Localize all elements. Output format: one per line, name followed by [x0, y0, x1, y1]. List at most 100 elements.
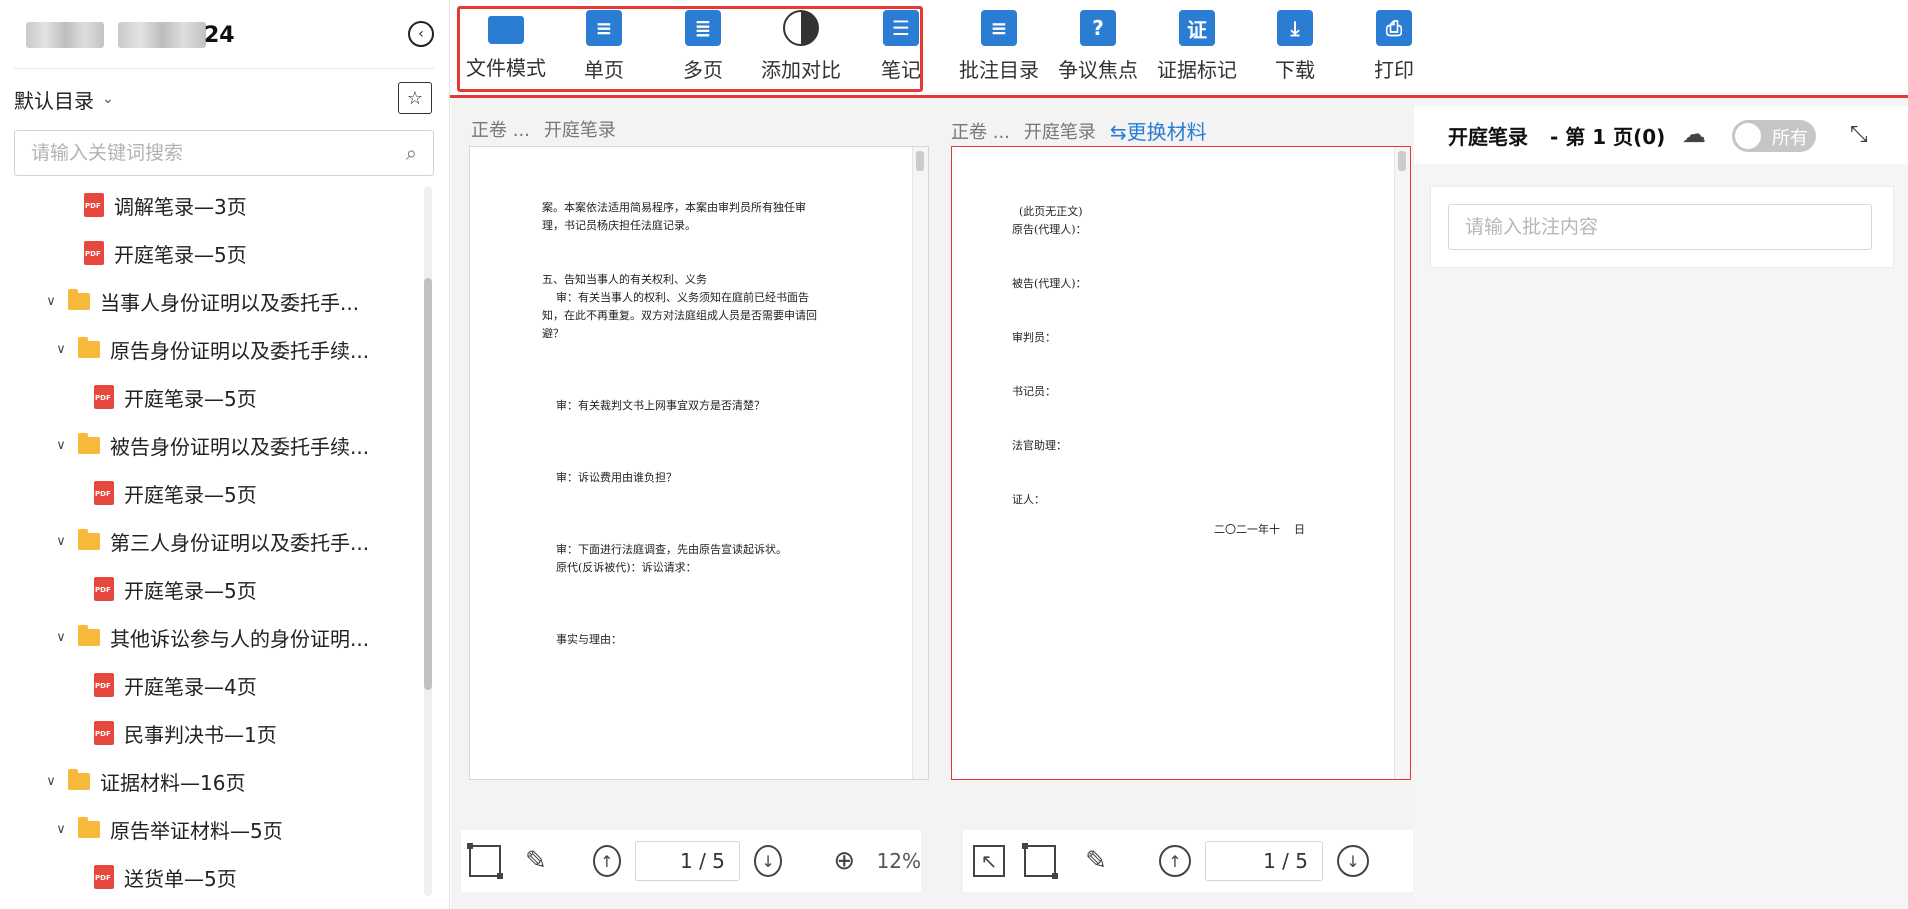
tree-item-label: 开庭笔录—5页: [114, 242, 247, 267]
page-date: 二〇二一年十 日: [1214, 523, 1305, 536]
tree-file[interactable]: 开庭笔录—4页: [94, 668, 257, 702]
tree-file[interactable]: 送货单—5页: [94, 860, 237, 894]
shield-icon: 证: [1179, 10, 1215, 46]
page-scroll-thumb[interactable]: [916, 151, 924, 171]
page-scroll-track[interactable]: [912, 147, 928, 779]
tree-item-label: 其他诉讼参与人的身份证明...: [110, 626, 370, 651]
printer-icon: ⎙: [1376, 10, 1412, 46]
page-number-input[interactable]: 1 / 5: [1205, 841, 1323, 881]
tree-item-label: 民事判决书—1页: [124, 722, 277, 747]
annotation-input[interactable]: [1448, 204, 1872, 250]
tool-label: 证据标记: [1157, 58, 1237, 82]
breadcrumb-volume[interactable]: 正卷 ...: [951, 118, 1010, 144]
page-scroll-track[interactable]: [1394, 147, 1410, 779]
tool-label: 争议焦点: [1058, 58, 1138, 82]
tree-folder[interactable]: ∨ 原告举证材料—5页: [52, 812, 283, 846]
case-title-suffix: 24: [204, 22, 235, 48]
pointer-select-icon[interactable]: ↖: [973, 845, 1005, 877]
tree-file[interactable]: 开庭笔录—5页: [94, 572, 257, 606]
tree-item-label: 原告举证材料—5页: [110, 818, 283, 843]
tree-item-label: 开庭笔录—5页: [124, 578, 257, 603]
case-title: 24: [26, 18, 235, 52]
page-scroll-thumb[interactable]: [1398, 151, 1406, 171]
chevron-down-icon[interactable]: ∨: [52, 822, 70, 837]
tree-folder[interactable]: ∨ 原告身份证明以及委托手续...: [52, 332, 369, 366]
directory-tree: 调解笔录—3页开庭笔录—5页 ∨ 当事人身份证明以及委托手... ∨ 原告身份证明以及委…: [0, 186, 426, 906]
pdf-icon: [94, 721, 114, 745]
document-area: 正卷 ... 开庭笔录 正卷 ... 开庭笔录 ⇆更换材料 案。本案依法适用简易…: [451, 98, 1414, 909]
download-icon: ⤓: [1277, 10, 1313, 46]
next-page-icon[interactable]: ↓: [1337, 845, 1369, 877]
pen-icon[interactable]: ✎: [518, 840, 555, 882]
question-icon: ?: [1080, 10, 1116, 46]
view-mode-highlight: [457, 6, 923, 92]
prev-page-icon[interactable]: ↑: [592, 845, 622, 877]
tree-file[interactable]: 开庭笔录—5页: [84, 236, 247, 270]
tool-label: 下载: [1275, 58, 1315, 82]
pdf-icon: [94, 385, 114, 409]
tree-item-label: 证据材料—16页: [100, 770, 246, 795]
prev-page-icon[interactable]: ↑: [1159, 845, 1191, 877]
rect-select-icon[interactable]: [467, 840, 504, 882]
tree-item-label: 送货单—5页: [124, 866, 237, 891]
scrollbar-thumb[interactable]: [424, 278, 432, 690]
chevron-down-icon[interactable]: ∨: [52, 630, 70, 645]
cloud-download-icon[interactable]: ☁: [1682, 120, 1714, 148]
search-box: ⌕: [14, 130, 434, 176]
page-number-input[interactable]: 1 / 5: [635, 841, 740, 881]
chevron-down-icon[interactable]: ∨: [52, 534, 70, 549]
directory-label: 默认目录: [14, 88, 94, 113]
tool-label: 打印: [1374, 58, 1414, 82]
zoom-in-icon[interactable]: ⊕: [826, 840, 863, 882]
directory-select[interactable]: 默认目录 ⌄: [14, 84, 114, 114]
pdf-icon: [94, 865, 114, 889]
left-breadcrumb: 正卷 ... 开庭笔录: [471, 116, 616, 142]
collapse-sidebar-icon[interactable]: ‹: [408, 21, 434, 47]
swap-material-link[interactable]: ⇆更换材料: [1110, 116, 1207, 145]
search-icon[interactable]: ⌕: [406, 141, 417, 165]
comment-icon: ≡: [981, 10, 1017, 46]
pen-icon[interactable]: ✎: [1075, 840, 1117, 882]
app: 24 ‹ 默认目录 ⌄ ☆ ⌕ 调解笔录—3页开庭笔录—5页 ∨ 当事人身份证明以及…: [0, 0, 1908, 909]
tree-file[interactable]: 开庭笔录—5页: [86, 379, 422, 415]
redacted-text: [118, 22, 206, 48]
chevron-down-icon[interactable]: ∨: [52, 438, 70, 453]
favorite-folder-icon[interactable]: ☆: [398, 82, 432, 114]
shrink-icon[interactable]: ⤡: [1850, 122, 1868, 147]
toggle-knob: [1735, 123, 1761, 149]
tree-folder[interactable]: ∨ 其他诉讼参与人的身份证明...: [52, 620, 369, 654]
tree-item-label: 被告身份证明以及委托手续...: [110, 434, 370, 459]
tree-item-label: 第三人身份证明以及委托手...: [110, 530, 370, 555]
show-all-toggle[interactable]: 所有: [1732, 120, 1816, 152]
breadcrumb-doc[interactable]: 开庭笔录: [1024, 118, 1096, 144]
chevron-down-icon[interactable]: ∨: [52, 342, 70, 357]
folder-icon: [78, 816, 100, 838]
tree-file[interactable]: 民事判决书—1页: [94, 716, 277, 750]
annotation-panel: 开庭笔录 - 第 1 页(0) ☁ 所有 ⤡: [1414, 98, 1908, 909]
tool-print[interactable]: ⎙ 打印: [1334, 10, 1454, 90]
search-input[interactable]: [31, 142, 406, 164]
tree-file[interactable]: 调解笔录—3页: [84, 188, 247, 222]
panel-title: 开庭笔录: [1448, 124, 1528, 149]
tree-folder[interactable]: ∨ 第三人身份证明以及委托手...: [52, 524, 369, 558]
tree-item-label: 原告身份证明以及委托手续...: [110, 338, 370, 363]
page-text: (此页无正文) 原告(代理人)： 被告(代理人)： 审判员： 书记员： 法官助理…: [1012, 205, 1087, 506]
right-page-controls: ↖ ✎ ↑ 1 / 5 ↓: [963, 830, 1413, 892]
sidebar: 24 ‹ 默认目录 ⌄ ☆ ⌕ 调解笔录—3页开庭笔录—5页 ∨ 当事人身份证明以及…: [0, 0, 450, 909]
tree-folder[interactable]: ∨ 证据材料—16页: [42, 764, 245, 798]
chevron-down-icon[interactable]: ∨: [42, 774, 60, 789]
left-document-page[interactable]: 案。本案依法适用简易程序，本案由审判员所有独任审 理，书记员杨庆担任法庭记录。 …: [469, 146, 929, 780]
pdf-icon: [94, 577, 114, 601]
folder-icon: [78, 432, 100, 454]
tree-folder[interactable]: ∨ 被告身份证明以及委托手续...: [52, 428, 369, 462]
tree-item-label: 当事人身份证明以及委托手...: [100, 290, 360, 315]
right-document-page[interactable]: (此页无正文) 原告(代理人)： 被告(代理人)： 审判员： 书记员： 法官助理…: [951, 146, 1411, 780]
chevron-down-icon[interactable]: ∨: [42, 294, 60, 309]
tree-folder[interactable]: ∨ 当事人身份证明以及委托手...: [42, 284, 359, 318]
breadcrumb-doc[interactable]: 开庭笔录: [544, 116, 616, 142]
left-page-controls: ✎ ↑ 1 / 5 ↓ ⊕ 12%: [461, 830, 921, 892]
breadcrumb-volume[interactable]: 正卷 ...: [471, 116, 530, 142]
next-page-icon[interactable]: ↓: [753, 845, 783, 877]
tree-file[interactable]: 开庭笔录—5页: [94, 476, 257, 510]
rect-select-icon[interactable]: [1019, 840, 1061, 882]
